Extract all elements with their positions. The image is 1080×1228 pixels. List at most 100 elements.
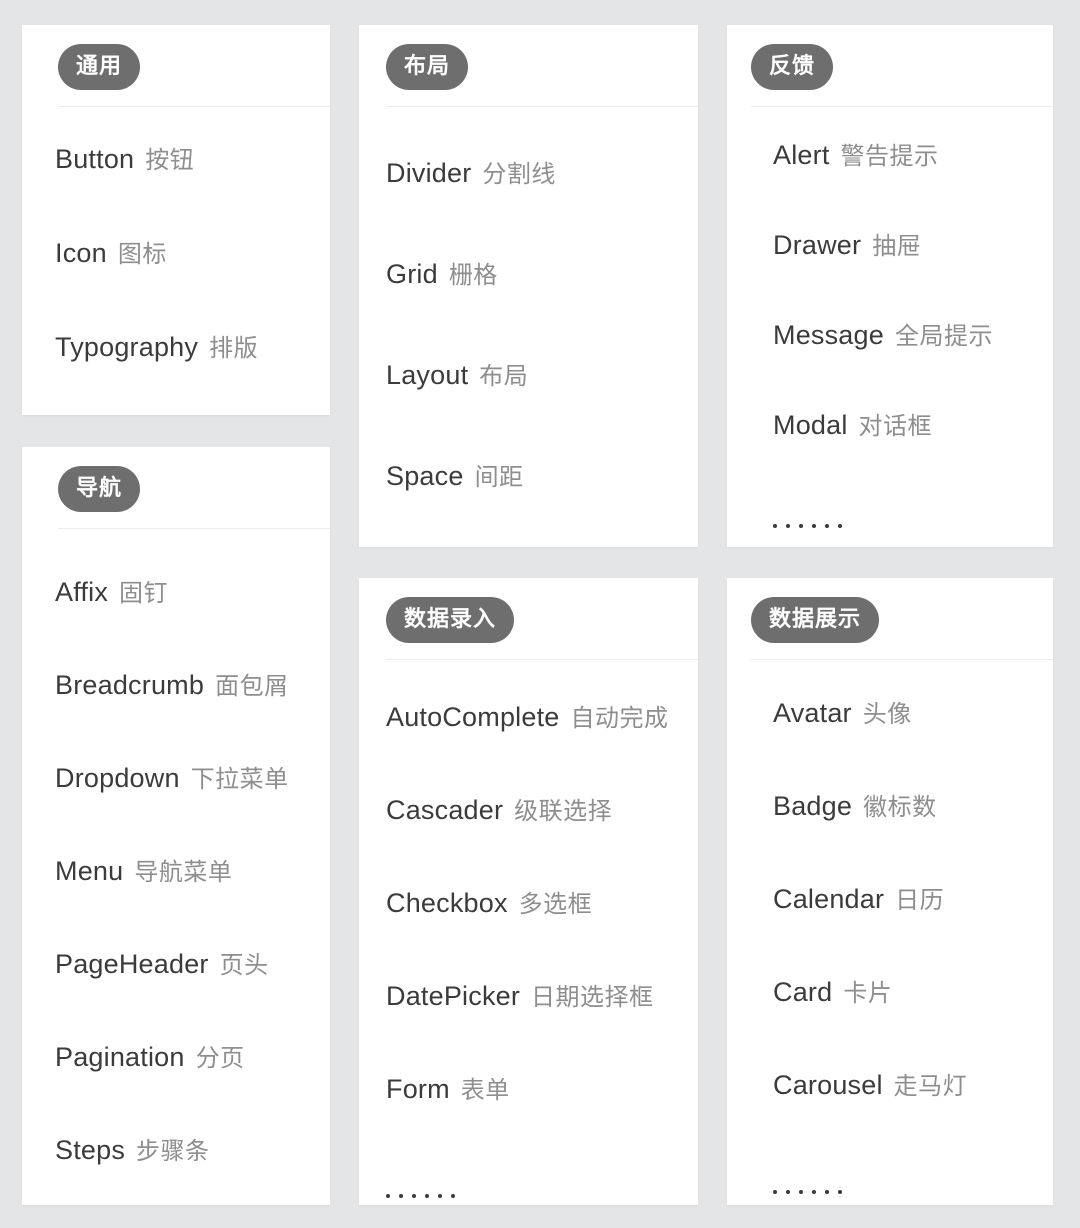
component-list-item[interactable]: Icon 图标 (55, 234, 330, 328)
ellipsis-dot-icon (773, 524, 777, 528)
component-name-en: DatePicker (386, 981, 521, 1011)
card-navigation-list: Affix 固钉 Breadcrumb 面包屑 Dropdown 下拉菜单 Menu 导航菜单… (22, 529, 330, 1224)
component-category-board: 通用 Button 按钮 Icon 图标 Typography 排版 导航 Affix 固钉… (0, 0, 1080, 1228)
ellipsis-dot-icon (838, 1190, 842, 1194)
card-data-display-list: Avatar 头像 Badge 徽标数 Calendar 日历 Card 卡片 Carousel… (727, 660, 1053, 1225)
card-general-header: 通用 (22, 25, 330, 90)
component-name-zh: 多选框 (518, 891, 593, 918)
component-list-item[interactable]: Dropdown 下拉菜单 (55, 759, 330, 852)
component-name-en: Message (773, 320, 884, 350)
component-name-zh: 步骤条 (136, 1138, 210, 1165)
component-name-en: Calendar (773, 884, 885, 914)
card-navigation-title-badge: 导航 (58, 466, 141, 512)
component-list-item[interactable]: Grid 栅格 (386, 255, 698, 356)
component-name-zh: 全局提示 (894, 323, 993, 350)
card-navigation: 导航 Affix 固钉 Breadcrumb 面包屑 Dropdown 下拉菜单 Menu 导… (22, 447, 330, 1205)
card-feedback-header: 反馈 (727, 25, 1053, 90)
card-feedback-title-badge: 反馈 (751, 44, 834, 90)
component-name-en: Grid (386, 259, 438, 289)
component-name-zh: 间距 (474, 464, 524, 491)
ellipsis-dot-icon (425, 1194, 429, 1198)
component-name-zh: 自动完成 (570, 705, 669, 732)
ellipsis-dot-icon (438, 1194, 442, 1198)
card-general-list: Button 按钮 Icon 图标 Typography 排版 (22, 107, 330, 422)
component-name-en: Form (386, 1074, 450, 1104)
component-name-zh: 徽标数 (863, 794, 937, 821)
component-name-zh: 图标 (117, 241, 167, 268)
component-name-zh: 级联选择 (514, 798, 613, 825)
component-name-zh: 页头 (219, 952, 269, 979)
component-list-item[interactable]: AutoComplete 自动完成 (386, 698, 698, 791)
component-name-en: Typography (55, 332, 199, 362)
ellipsis-dot-icon (812, 1190, 816, 1194)
card-general-title-badge: 通用 (58, 44, 141, 90)
component-name-zh: 对话框 (858, 413, 933, 440)
component-name-en: Icon (55, 238, 107, 268)
component-name-zh: 表单 (460, 1077, 510, 1104)
card-layout: 布局 Divider 分割线 Grid 栅格 Layout 布局 Space 间距 (359, 25, 698, 547)
component-name-zh: 排版 (209, 335, 259, 362)
component-name-zh: 下拉菜单 (190, 766, 289, 793)
component-name-zh: 分割线 (482, 161, 556, 188)
ellipsis-dot-icon (786, 524, 790, 528)
component-name-en: AutoComplete (386, 702, 560, 732)
component-list-item[interactable]: Drawer 抽屉 (773, 226, 1053, 316)
component-name-zh: 日期选择框 (531, 984, 654, 1011)
component-name-en: Card (773, 977, 833, 1007)
component-name-zh: 固钉 (119, 580, 169, 607)
component-list-item[interactable]: Card 卡片 (773, 973, 1053, 1066)
ellipsis-dot-icon (412, 1194, 416, 1198)
ellipsis-dot-icon (799, 1190, 803, 1194)
component-name-en: Drawer (773, 230, 862, 260)
component-name-zh: 导航菜单 (134, 859, 233, 886)
ellipsis-dot-icon (838, 524, 842, 528)
component-list-item[interactable]: Divider 分割线 (386, 154, 698, 255)
card-feedback: 反馈 Alert 警告提示 Drawer 抽屉 Message 全局提示 Modal 对话框 (727, 25, 1053, 547)
component-list-item[interactable]: Affix 固钉 (55, 573, 330, 666)
component-list-item[interactable]: Avatar 头像 (773, 694, 1053, 787)
component-list-item[interactable]: Calendar 日历 (773, 880, 1053, 973)
more-items-ellipsis (386, 1163, 698, 1228)
card-data-display-header: 数据展示 (727, 578, 1053, 643)
component-name-en: Steps (55, 1135, 126, 1165)
component-list-item[interactable]: Pagination 分页 (55, 1038, 330, 1131)
more-items-ellipsis (773, 496, 1053, 556)
component-list-item[interactable]: Carousel 走马灯 (773, 1066, 1053, 1159)
component-name-zh: 警告提示 (840, 143, 939, 170)
component-list-item[interactable]: Cascader 级联选择 (386, 791, 698, 884)
component-list-item[interactable]: Modal 对话框 (773, 406, 1053, 496)
card-data-display-title-badge: 数据展示 (751, 597, 880, 643)
component-name-zh: 头像 (862, 701, 912, 728)
component-name-en: Divider (386, 158, 472, 188)
component-list-item[interactable]: Layout 布局 (386, 356, 698, 457)
component-list-item[interactable]: DatePicker 日期选择框 (386, 977, 698, 1070)
component-name-en: Dropdown (55, 763, 180, 793)
ellipsis-dot-icon (825, 1190, 829, 1194)
component-name-zh: 走马灯 (893, 1073, 968, 1100)
component-name-en: Carousel (773, 1070, 883, 1100)
component-name-zh: 布局 (479, 363, 529, 390)
component-list-item[interactable]: Button 按钮 (55, 140, 330, 234)
component-list-item[interactable]: Checkbox 多选框 (386, 884, 698, 977)
component-name-en: Badge (773, 791, 853, 821)
card-feedback-list: Alert 警告提示 Drawer 抽屉 Message 全局提示 Modal 对话框 (727, 107, 1053, 556)
component-list-item[interactable]: PageHeader 页头 (55, 945, 330, 1038)
ellipsis-dot-icon (786, 1190, 790, 1194)
component-name-en: Checkbox (386, 888, 508, 918)
component-name-zh: 抽屉 (872, 233, 922, 260)
component-list-item[interactable]: Message 全局提示 (773, 316, 1053, 406)
component-list-item[interactable]: Typography 排版 (55, 328, 330, 422)
component-name-en: Breadcrumb (55, 670, 205, 700)
card-data-entry: 数据录入 AutoComplete 自动完成 Cascader 级联选择 Checkbo… (359, 578, 698, 1205)
card-data-entry-title-badge: 数据录入 (386, 597, 515, 643)
component-list-item[interactable]: Menu 导航菜单 (55, 852, 330, 945)
component-list-item[interactable]: Badge 徽标数 (773, 787, 1053, 880)
component-list-item[interactable]: Breadcrumb 面包屑 (55, 666, 330, 759)
ellipsis-dot-icon (812, 524, 816, 528)
component-list-item[interactable]: Space 间距 (386, 457, 698, 558)
component-list-item[interactable]: Form 表单 (386, 1070, 698, 1163)
component-name-en: Alert (773, 140, 830, 170)
component-name-en: Affix (55, 577, 109, 607)
component-list-item[interactable]: Steps 步骤条 (55, 1131, 330, 1224)
component-list-item[interactable]: Alert 警告提示 (773, 136, 1053, 226)
